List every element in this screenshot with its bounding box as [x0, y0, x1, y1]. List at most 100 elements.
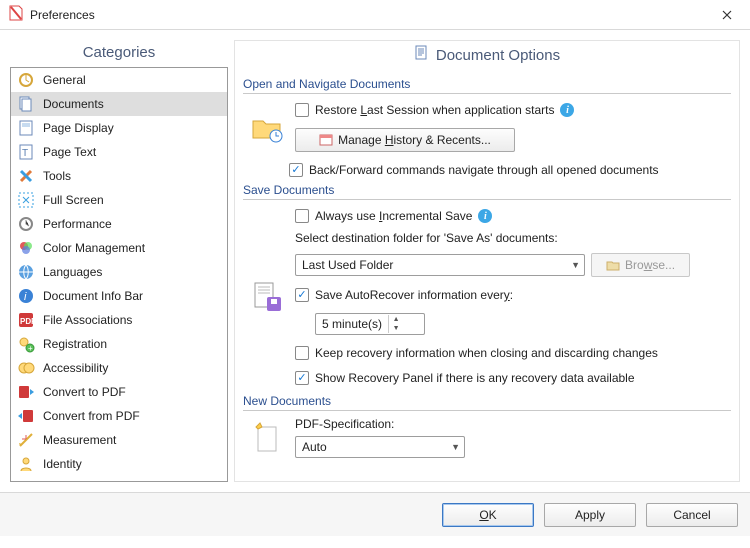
options-panel: Document Options Open and Navigate Docum… — [234, 40, 740, 482]
sidebar-item-identity[interactable]: Identity — [11, 452, 227, 476]
stepper-up-icon[interactable]: ▲ — [389, 315, 403, 324]
sidebar-item-label: Convert from PDF — [43, 409, 140, 423]
group-save-title: Save Documents — [243, 183, 731, 200]
category-icon: i — [17, 287, 35, 305]
window-title: Preferences — [30, 8, 95, 22]
group-open-navigate-title: Open and Navigate Documents — [243, 77, 731, 94]
category-icon — [17, 191, 35, 209]
destination-folder-label: Select destination folder for 'Save As' … — [295, 231, 731, 245]
svg-text:PDF: PDF — [20, 317, 35, 326]
sidebar-item-color-management[interactable]: Color Management — [11, 236, 227, 260]
sidebar-item-label: Full Screen — [43, 193, 104, 207]
sidebar-item-label: Languages — [43, 265, 102, 279]
info-icon[interactable]: i — [478, 209, 492, 223]
sidebar-item-label: Registration — [43, 337, 107, 351]
document-options-icon — [414, 45, 430, 65]
sidebar-item-label: Performance — [43, 217, 112, 231]
category-icon — [17, 119, 35, 137]
incremental-save-label: Always use Incremental Save — [315, 209, 472, 223]
pdf-spec-value: Auto — [302, 440, 327, 454]
sidebar-item-label: Page Display — [43, 121, 114, 135]
new-document-icon — [249, 420, 285, 456]
category-icon: T — [17, 143, 35, 161]
group-new-title: New Documents — [243, 394, 731, 411]
category-icon — [17, 71, 35, 89]
app-icon — [8, 5, 24, 24]
sidebar-item-label: Document Info Bar — [43, 289, 143, 303]
category-icon: + — [17, 335, 35, 353]
sidebar-item-documents[interactable]: Documents — [11, 92, 227, 116]
sidebar-item-measurement[interactable]: Measurement — [11, 428, 227, 452]
svg-text:T: T — [22, 148, 28, 159]
destination-folder-select[interactable]: Last Used Folder ▼ — [295, 254, 585, 276]
autorecover-checkbox[interactable] — [295, 288, 309, 302]
sidebar-item-tools[interactable]: Tools — [11, 164, 227, 188]
category-icon: PDF — [17, 311, 35, 329]
back-forward-label: Back/Forward commands navigate through a… — [309, 163, 659, 177]
browse-button[interactable]: Browse... — [591, 253, 690, 277]
keep-recovery-checkbox[interactable] — [295, 346, 309, 360]
keep-recovery-label: Keep recovery information when closing a… — [315, 346, 658, 360]
pdf-spec-label: PDF-Specification: — [295, 417, 731, 431]
sidebar-item-registration[interactable]: + Registration — [11, 332, 227, 356]
sidebar-item-file-associations[interactable]: PDF File Associations — [11, 308, 227, 332]
pdf-spec-select[interactable]: Auto ▼ — [295, 436, 465, 458]
categories-sidebar: Categories General Documents Page Display T… — [10, 40, 228, 482]
save-document-icon — [249, 279, 285, 315]
sidebar-item-label: Convert to PDF — [43, 385, 126, 399]
sidebar-item-label: Tools — [43, 169, 71, 183]
restore-last-session-label: Restore Last Session when application st… — [315, 103, 554, 117]
sidebar-item-label: File Associations — [43, 313, 132, 327]
category-icon — [17, 263, 35, 281]
category-icon — [17, 383, 35, 401]
folder-history-icon — [249, 110, 285, 146]
autorecover-label: Save AutoRecover information every: — [315, 288, 513, 302]
svg-text:+: + — [28, 344, 33, 353]
ok-button[interactable]: OK — [442, 503, 534, 527]
show-recovery-panel-label: Show Recovery Panel if there is any reco… — [315, 371, 635, 385]
category-icon — [17, 95, 35, 113]
titlebar: Preferences — [0, 0, 750, 30]
sidebar-item-label: Measurement — [43, 433, 116, 447]
category-icon — [17, 215, 35, 233]
options-panel-title: Document Options — [235, 41, 739, 71]
sidebar-item-label: Identity — [43, 457, 82, 471]
sidebar-item-performance[interactable]: Performance — [11, 212, 227, 236]
cancel-button[interactable]: Cancel — [646, 503, 738, 527]
back-forward-checkbox[interactable] — [289, 163, 303, 177]
category-icon — [17, 359, 35, 377]
chevron-down-icon: ▼ — [571, 260, 580, 270]
autorecover-interval-value: 5 minute(s) — [316, 317, 388, 331]
sidebar-item-convert-from-pdf[interactable]: Convert from PDF — [11, 404, 227, 428]
sidebar-item-accessibility[interactable]: Accessibility — [11, 356, 227, 380]
sidebar-item-languages[interactable]: Languages — [11, 260, 227, 284]
stepper-down-icon[interactable]: ▼ — [389, 324, 403, 333]
sidebar-item-convert-to-pdf[interactable]: Convert to PDF — [11, 380, 227, 404]
destination-folder-value: Last Used Folder — [302, 258, 393, 272]
sidebar-item-label: Page Text — [43, 145, 96, 159]
sidebar-item-label: Documents — [43, 97, 104, 111]
category-icon — [17, 167, 35, 185]
incremental-save-checkbox[interactable] — [295, 209, 309, 223]
category-icon — [17, 455, 35, 473]
info-icon[interactable]: i — [560, 103, 574, 117]
close-button[interactable] — [704, 0, 750, 30]
dialog-footer: OK Apply Cancel — [0, 492, 750, 536]
categories-title: Categories — [10, 40, 228, 67]
apply-button[interactable]: Apply — [544, 503, 636, 527]
categories-list[interactable]: General Documents Page Display T Page Text To… — [10, 67, 228, 482]
sidebar-item-document-info-bar[interactable]: i Document Info Bar — [11, 284, 227, 308]
category-icon — [17, 239, 35, 257]
restore-last-session-checkbox[interactable] — [295, 103, 309, 117]
sidebar-item-general[interactable]: General — [11, 68, 227, 92]
options-panel-title-text: Document Options — [436, 47, 560, 64]
category-icon — [17, 407, 35, 425]
sidebar-item-label: Accessibility — [43, 361, 108, 375]
sidebar-item-full-screen[interactable]: Full Screen — [11, 188, 227, 212]
manage-history-button[interactable]: Manage History & Recents... — [295, 128, 515, 152]
sidebar-item-page-text[interactable]: T Page Text — [11, 140, 227, 164]
autorecover-interval-spinner[interactable]: 5 minute(s) ▲▼ — [315, 313, 425, 335]
show-recovery-panel-checkbox[interactable] — [295, 371, 309, 385]
category-icon — [17, 431, 35, 449]
sidebar-item-page-display[interactable]: Page Display — [11, 116, 227, 140]
